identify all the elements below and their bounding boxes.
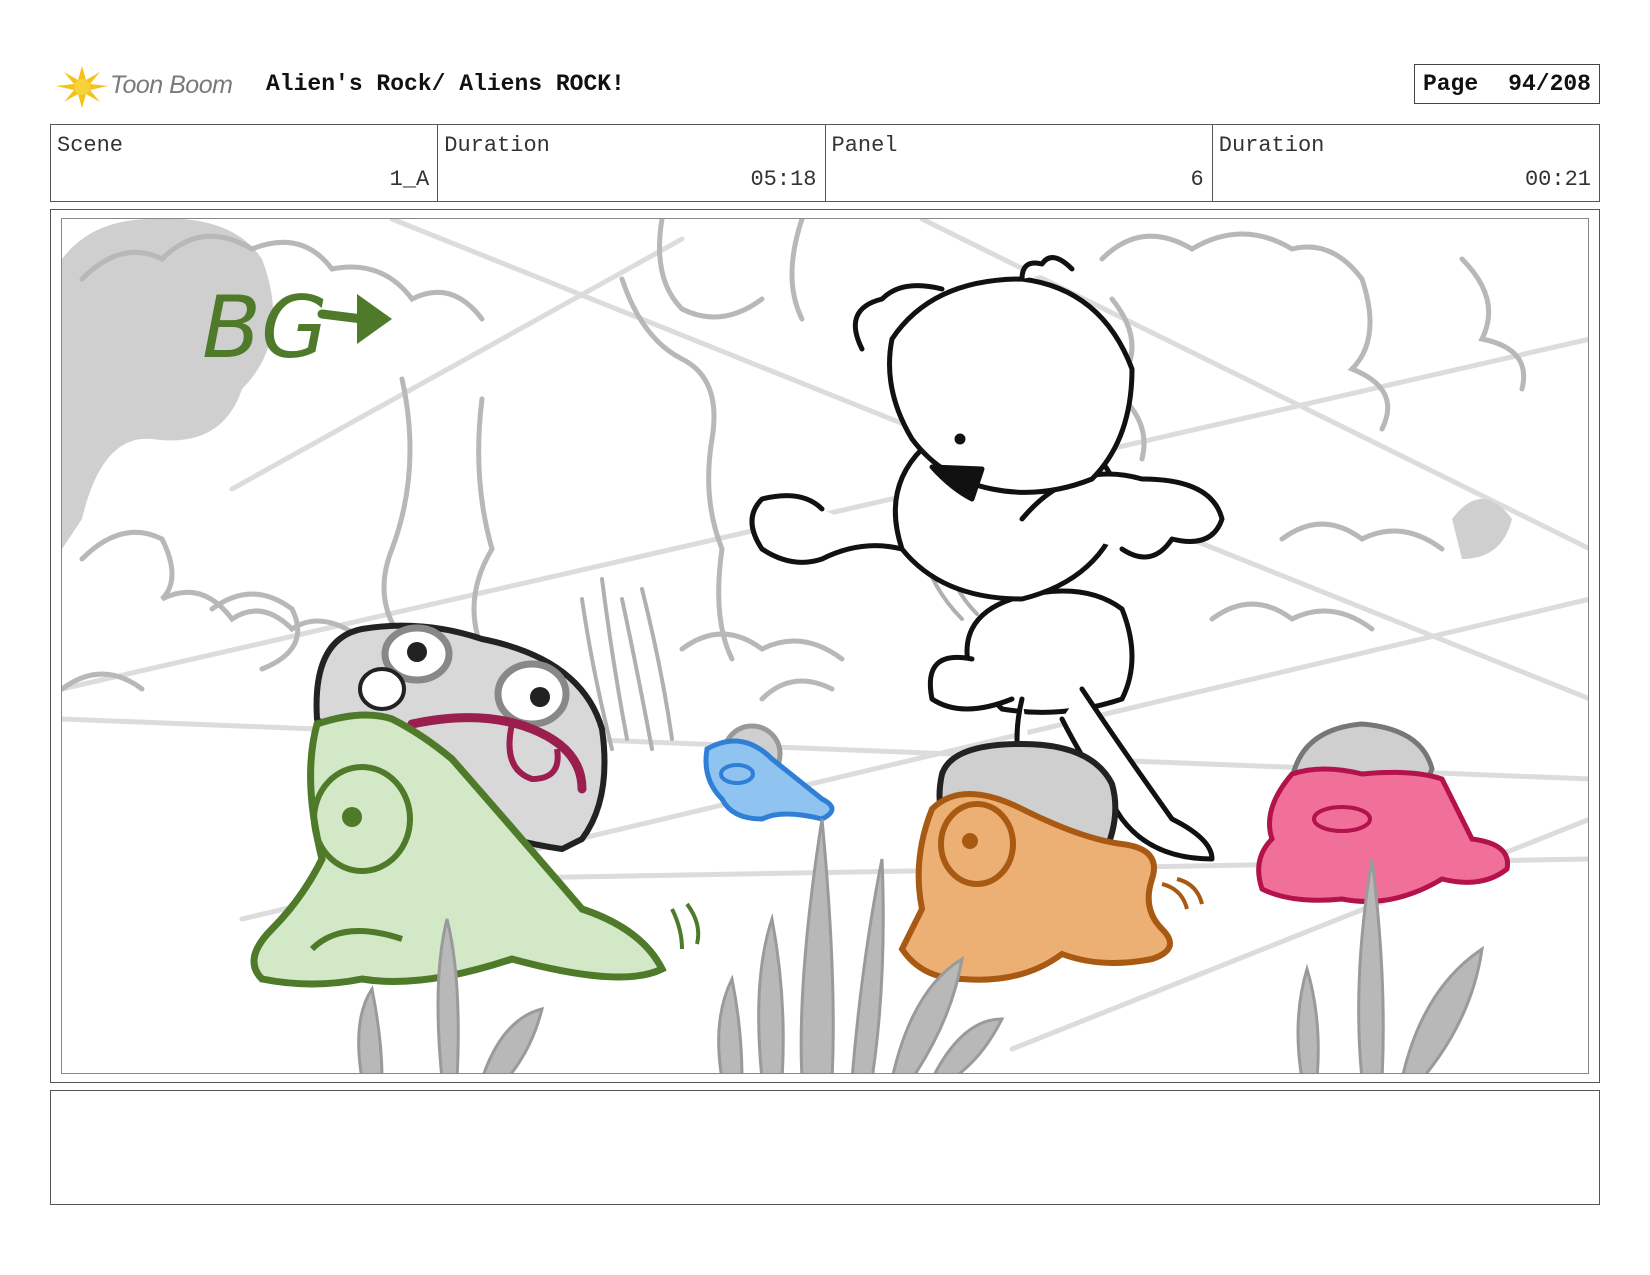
scene-duration-label: Duration	[444, 133, 550, 158]
page-indicator: Page 94/208	[1413, 64, 1600, 104]
storyboard-panel: BG	[50, 209, 1600, 1083]
panel-sketch: BG	[62, 219, 1588, 1073]
page-number: 94/208	[1508, 71, 1591, 97]
scene-duration-cell: Duration 05:18	[438, 125, 826, 201]
panel-label: Panel	[831, 133, 898, 158]
starburst-icon	[56, 66, 108, 108]
pink-alien-drawing	[1256, 721, 1511, 904]
panel-duration-label: Duration	[1218, 133, 1325, 158]
panel-drawing-frame: BG	[61, 218, 1589, 1074]
scene-cell: Scene 1_A	[51, 125, 439, 201]
bg-arrow-annotation: BG	[202, 278, 392, 378]
scene-label: Scene	[57, 133, 124, 158]
green-alien-drawing	[250, 622, 701, 988]
scene-duration-value: 05:18	[750, 167, 817, 192]
logo-text: Toon Boom	[110, 71, 233, 99]
panel-info-table: Scene 1_A Duration 05:18 Panel 6 Duratio…	[50, 124, 1600, 202]
orange-alien-drawing	[898, 740, 1204, 983]
panel-value: 6	[1190, 167, 1204, 192]
panel-duration-value: 00:21	[1524, 167, 1591, 192]
bg-annotation-text: BG	[202, 278, 328, 378]
panel-cell: Panel 6	[826, 125, 1213, 201]
page-header: Toon Boom Alien's Rock/ Aliens ROCK! Pag…	[50, 56, 1600, 116]
page-label: Page	[1422, 71, 1479, 97]
toon-boom-logo: Toon Boom	[54, 58, 254, 114]
document-title: Alien's Rock/ Aliens ROCK!	[266, 71, 625, 97]
arrow-right-icon	[357, 294, 392, 344]
panel-notes-box	[50, 1090, 1600, 1205]
panel-duration-cell: Duration 00:21	[1213, 125, 1599, 201]
grass-sketch	[580, 547, 979, 751]
scene-value: 1_A	[389, 167, 430, 192]
blue-alien-drawing	[703, 723, 835, 822]
